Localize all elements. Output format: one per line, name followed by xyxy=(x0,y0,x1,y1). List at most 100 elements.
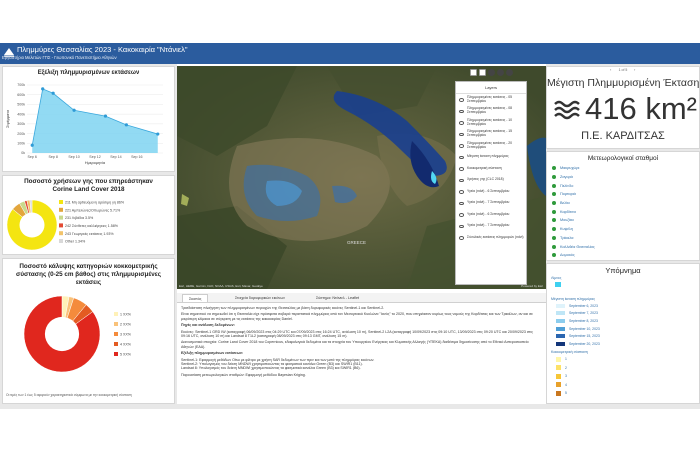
eye-icon[interactable] xyxy=(459,144,464,148)
layer-item[interactable]: Πλημμυρισμένες εκτάσεις - 10 Σεπτεμβρίου xyxy=(456,117,526,129)
landuse-pie-chart[interactable]: 211 Μη αρδευόμενη αρόσιμη γη 86% 221 Αμπε… xyxy=(3,195,174,255)
legend-label: September 20, 2023 xyxy=(569,341,600,346)
home-icon[interactable] xyxy=(479,69,486,76)
stations-title: Μετεωρολογικοί σταθμοί xyxy=(587,155,659,162)
station-item[interactable]: Μακρυχώρι xyxy=(547,164,699,173)
water-waves-icon xyxy=(554,100,580,120)
layer-item[interactable]: Υγεία (ndvi) - 7 Σεπτεμβρίου xyxy=(456,198,526,210)
legend-panel: Υπόμνημα Λίμνες Μέγιστη έκταση πλημμύρας… xyxy=(546,263,700,404)
layer-item[interactable]: Υγεία (ndvi) - 6 Σεπτεμβρίου xyxy=(456,186,526,198)
legend-label: September 10, 2023 xyxy=(569,326,600,331)
eye-icon[interactable] xyxy=(459,132,464,136)
layer-list: Πλημμυρισμένες εκτάσεις - 05 Σεπτεμβρίου… xyxy=(456,94,526,244)
data-point[interactable] xyxy=(51,91,55,95)
legend-swatch xyxy=(556,334,565,339)
station-item[interactable]: Καλλιθέα Θεσσαλίας xyxy=(547,242,699,251)
eye-icon[interactable] xyxy=(459,109,464,113)
tab-satellite-data[interactable]: Στοιχεία δορυφορικών εικόνων xyxy=(229,294,291,302)
basemap-icon[interactable] xyxy=(497,69,504,76)
eye-icon[interactable] xyxy=(459,190,464,194)
layer-item[interactable]: Χρήσεις γης (CLC 2018) xyxy=(456,175,526,187)
legend-label: 3 XX% xyxy=(120,333,132,337)
station-item[interactable]: Ζαγορά xyxy=(547,173,699,182)
info-h1: Πηγές και ανάλυση δεδομένων: xyxy=(181,323,235,328)
legend-swatch xyxy=(114,352,118,356)
legend-label: September 6, 2023 xyxy=(569,303,598,308)
layer-item[interactable]: Κοκκομετρική σύσταση xyxy=(456,163,526,175)
legend-swatch xyxy=(556,303,565,308)
soil-legend-item: 2 xyxy=(547,364,699,373)
legend-swatch xyxy=(59,207,63,212)
layer-item[interactable]: Μέγιστη έκταση πλημμύρας xyxy=(456,152,526,164)
eye-icon[interactable] xyxy=(459,155,464,159)
legend-swatch xyxy=(114,342,118,346)
eye-icon[interactable] xyxy=(459,201,464,205)
station-item[interactable]: Πελίνδο xyxy=(547,181,699,190)
layer-item[interactable]: Πλημμυρισμένες εκτάσεις - 08 Σεπτεμβρίου xyxy=(456,106,526,118)
legend-label: 2 xyxy=(565,365,567,370)
eye-icon[interactable] xyxy=(459,98,464,102)
data-point[interactable] xyxy=(72,108,76,112)
landuse-title-2: Corine Land Cover 2018 xyxy=(52,186,125,193)
tab-purpose[interactable]: Σκοπός xyxy=(182,294,209,302)
next-arrow-icon[interactable]: › xyxy=(634,67,635,72)
legend-label: September 7, 2023 xyxy=(569,311,598,316)
data-point[interactable] xyxy=(124,123,128,127)
legend-label: 211 Μη αρδευόμενη αρόσιμη γη 86% xyxy=(65,201,125,205)
station-item[interactable]: Πορταριά xyxy=(547,190,699,199)
station-label: Μακρυχώρι xyxy=(560,166,580,171)
prev-arrow-icon[interactable]: ‹ xyxy=(610,67,611,72)
data-point[interactable] xyxy=(41,87,45,91)
eye-icon[interactable] xyxy=(459,236,464,240)
station-dot-icon xyxy=(552,235,556,240)
flood-legend-item: September 20, 2023 xyxy=(547,340,699,348)
info-p4: Διανυσματικά στοιχεία: Corine Land Cover… xyxy=(181,340,529,349)
station-item[interactable]: Καρδίτσα xyxy=(547,207,699,216)
soil-legend-item: 3 xyxy=(547,372,699,381)
legend-swatch xyxy=(114,312,118,316)
legend-swatch xyxy=(556,356,561,362)
eye-icon[interactable] xyxy=(459,213,464,217)
legend-label: 3 xyxy=(565,374,567,379)
station-item[interactable]: Τρίκαλα xyxy=(547,234,699,243)
flood-legend-item: September 6, 2023 xyxy=(547,302,699,310)
flood-chart[interactable]: 700k 600k 500k 400k 300k 200k 100k 0kSep 6 Sep 8… xyxy=(3,77,174,171)
layer-item[interactable]: Σύνολικές εκτάσεις πλημμυρών (ndvi) xyxy=(456,232,526,244)
metric-value: 416 km² xyxy=(585,91,697,126)
eye-icon[interactable] xyxy=(459,178,464,182)
layer-item[interactable]: Πλημμυρισμένες εκτάσεις - 05 Σεπτεμβρίου xyxy=(456,94,526,106)
station-item[interactable]: Κυψέλη xyxy=(547,225,699,234)
station-item[interactable]: Βελίκι xyxy=(547,199,699,208)
soil-pie-chart[interactable]: 1 XX% 2 XX% 3 XX% 4 XX% 5 XX% xyxy=(3,287,174,391)
soil-title-1: Ποσοστό κάλυψης κατηγοριών κοκκομετρικής xyxy=(19,263,158,270)
zoom-icon[interactable] xyxy=(470,69,477,76)
station-item[interactable]: Δομοκός xyxy=(547,251,699,260)
station-dot-icon xyxy=(552,201,556,206)
eye-icon[interactable] xyxy=(459,121,464,125)
layer-item[interactable]: Υγεία (ndvi) - 7 Σεπτεμβρίου xyxy=(456,221,526,233)
layer-label: Υγεία (ndvi) - 7 Σεπτεμβρίου xyxy=(467,223,510,228)
data-point[interactable] xyxy=(156,132,160,136)
layer-item[interactable]: Υγεία (ndvi) - 6 Σεπτεμβρίου xyxy=(456,209,526,221)
station-label: Καρδίτσα xyxy=(560,209,576,214)
station-label: Πελίνδο xyxy=(560,183,574,188)
data-point[interactable] xyxy=(103,114,108,118)
metric-pager: 1 of 5 xyxy=(618,68,628,72)
layer-item[interactable]: Πλημμυρισμένες εκτάσεις - 20 Σεπτεμβρίου xyxy=(456,140,526,152)
station-label: Μουζάκι xyxy=(560,218,574,223)
station-item[interactable]: Μουζάκι xyxy=(547,216,699,225)
data-point[interactable] xyxy=(30,143,34,147)
eye-icon[interactable] xyxy=(459,224,464,228)
layer-item[interactable]: Πλημμυρισμένες εκτάσεις - 15 Σεπτεμβρίου xyxy=(456,129,526,141)
map-view[interactable]: GREECE Layers Πλημμυρισμένες εκτάσεις - … xyxy=(177,66,546,289)
tab-daniel-leaflet[interactable]: Σύστημα: Ντάνιελ - Leaflet xyxy=(310,294,365,302)
soil-legend-list: 1 2 3 4 5 xyxy=(547,355,699,398)
layers-icon[interactable] xyxy=(488,69,495,76)
layer-label: Πλημμυρισμένες εκτάσεις - 08 Σεπτεμβρίου xyxy=(467,106,513,115)
layers-popup[interactable]: Layers Πλημμυρισμένες εκτάσεις - 05 Σεπτ… xyxy=(455,81,527,285)
x-tick-label: Sep 10 xyxy=(68,155,79,159)
flood-legend-item: September 8, 2023 xyxy=(547,317,699,325)
expand-icon[interactable] xyxy=(506,69,513,76)
eye-icon[interactable] xyxy=(459,167,464,171)
legend-label: 221 Αμπελώνες/Οπωρώνες 5.71% xyxy=(65,208,121,212)
